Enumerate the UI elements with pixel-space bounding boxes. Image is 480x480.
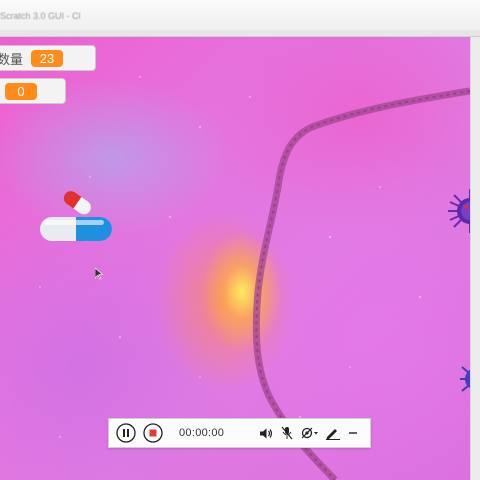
recording-timer: 00:00:00 [179, 427, 225, 439]
top-strip [0, 30, 480, 36]
stop-icon[interactable] [143, 423, 163, 443]
speaker-icon[interactable] [259, 427, 273, 440]
minimize-icon[interactable] [347, 427, 359, 439]
cell-membrane-backdrop [39, 76, 470, 480]
virus-sprite[interactable] [460, 359, 470, 399]
camera-icon[interactable] [301, 426, 319, 440]
virus-sprite[interactable] [446, 187, 470, 235]
count-label: 数量 [0, 51, 24, 67]
count-monitor: 数量 23 [0, 45, 96, 71]
pause-icon[interactable] [116, 423, 136, 443]
count-value: 23 [31, 49, 64, 67]
game-stage[interactable] [0, 37, 470, 480]
score-monitor: 0 [0, 78, 66, 104]
capsule-sprite[interactable] [40, 187, 118, 247]
score-value: 0 [5, 82, 37, 100]
mic-off-icon[interactable] [281, 426, 293, 440]
screen-recorder-bar: 00:00:00 [108, 418, 371, 448]
mouse-cursor-icon [95, 268, 103, 280]
right-scrollbar[interactable] [470, 37, 480, 480]
pen-icon[interactable] [325, 426, 341, 440]
browser-top-bar: Scratch 3.0 GUI - Chromium [0, 0, 480, 37]
window-title: Scratch 3.0 GUI - Chromium [0, 11, 80, 21]
